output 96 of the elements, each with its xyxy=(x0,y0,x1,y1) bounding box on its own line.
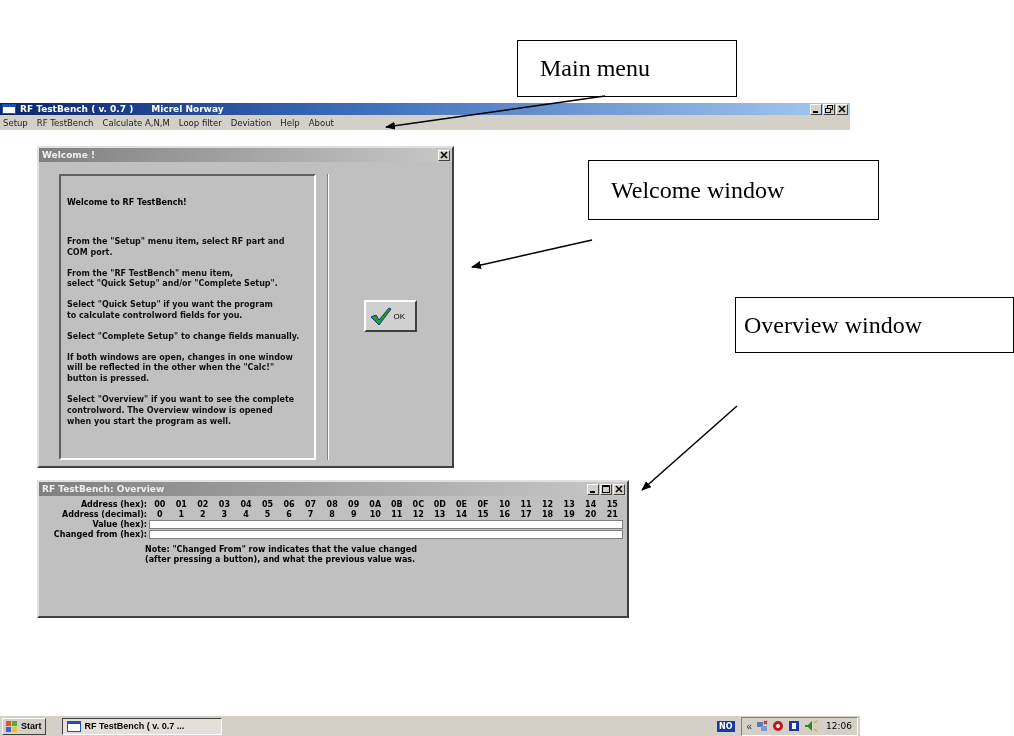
shield-icon[interactable] xyxy=(772,720,785,732)
address-cell-text: 5 xyxy=(263,510,272,519)
address-cell-text: 0B xyxy=(389,500,404,509)
value-field[interactable] xyxy=(149,520,623,529)
address-cell-text: 11 xyxy=(390,510,404,519)
address-cell-text: 15 xyxy=(476,510,490,519)
windows-logo-icon xyxy=(6,720,18,732)
menu-item[interactable]: Loop filter xyxy=(178,117,222,128)
start-button[interactable]: Start xyxy=(2,717,46,735)
address-cell-text: 14 xyxy=(454,510,468,519)
company-name: Micrel Norway xyxy=(151,104,224,114)
menu-item[interactable]: RF TestBench xyxy=(36,117,94,128)
address-cell-text: 15 xyxy=(605,500,619,509)
address-cell-text: 20 xyxy=(584,510,598,519)
address-cell-text: 16 xyxy=(497,510,512,519)
address-cell-text: 0F xyxy=(476,500,490,509)
close-icon xyxy=(838,105,846,113)
ok-button[interactable]: OK xyxy=(363,300,417,332)
menu-item[interactable]: Calculate A,N,M xyxy=(102,117,170,128)
instruction-text: If both windows are open, changes in one window will be reflected in the other when the "Calc!" button is pressed. xyxy=(67,352,294,385)
note-text: Note: "Changed From" row indicates that the value changed (after pressing a button), and what the previous value was. xyxy=(145,545,418,566)
checkmark-icon xyxy=(369,307,392,325)
address-cell-text: 10 xyxy=(368,510,382,519)
address-cell-text: 05 xyxy=(260,500,275,509)
maximize-button[interactable] xyxy=(600,483,612,495)
address-cell-text: 13 xyxy=(562,500,576,509)
window-title: RF TestBench ( v. 0.7 ) xyxy=(20,104,134,114)
address-cell-text: 0E xyxy=(454,500,468,509)
address-cell-text: 0C xyxy=(411,500,425,509)
address-cell-text: 06 xyxy=(282,500,296,509)
address-cell-text: 0D xyxy=(432,500,447,509)
address-cell-text: 00 xyxy=(153,500,167,509)
network-icon[interactable] xyxy=(756,720,769,732)
row-label: Changed from (hex): xyxy=(52,530,148,539)
restore-icon xyxy=(825,105,833,113)
app-tray-icon[interactable] xyxy=(788,720,801,732)
address-cell-text: 07 xyxy=(304,500,318,509)
callout-box: Main menu xyxy=(517,40,737,97)
instruction-text: From the "Setup" menu item, select RF part and COM port. xyxy=(67,237,286,259)
address-cell-text: 09 xyxy=(347,500,361,509)
close-button[interactable] xyxy=(438,149,450,161)
address-cell-text: 18 xyxy=(541,510,555,519)
address-cell-text: 21 xyxy=(605,510,619,519)
address-cell-text: 2 xyxy=(199,510,207,519)
instruction-text: Select "Overview" if you want to see the complete controlword. The Overview window is opened when you start the program as well. xyxy=(67,394,296,428)
address-cell-text: 0A xyxy=(368,500,383,509)
address-cell-text: 19 xyxy=(562,510,576,519)
close-icon xyxy=(440,151,448,159)
welcome-heading: Welcome to RF TestBench! xyxy=(67,198,188,207)
address-cell-text: 1 xyxy=(177,510,186,519)
address-cell-text: 8 xyxy=(328,510,336,519)
address-cell-text: 12 xyxy=(411,510,425,519)
tray-expand-button[interactable]: « xyxy=(746,720,753,732)
close-button[interactable] xyxy=(613,483,625,495)
menu-item[interactable]: About xyxy=(308,117,334,128)
address-cell-text: 6 xyxy=(285,510,293,519)
address-cell-text: 10 xyxy=(497,500,512,509)
menu-item[interactable]: Help xyxy=(280,117,300,128)
restore-button[interactable] xyxy=(823,103,835,115)
value-field[interactable] xyxy=(149,530,623,539)
clock: 12:06 xyxy=(826,721,852,731)
row-label: Address (decimal): xyxy=(61,510,148,519)
address-cell-text: 14 xyxy=(584,500,598,509)
address-cell-text: 04 xyxy=(239,500,253,509)
close-icon xyxy=(615,485,623,493)
address-cell-text: 08 xyxy=(325,500,339,509)
address-cell-text: 12 xyxy=(541,500,555,509)
menu-item[interactable]: Setup xyxy=(3,117,28,128)
address-cell-text: 9 xyxy=(349,510,358,519)
maximize-icon xyxy=(602,485,610,493)
row-label: Address (hex): xyxy=(79,500,148,509)
callout-box: Welcome window xyxy=(588,160,879,220)
address-cell-text: 03 xyxy=(217,500,231,509)
window-title: RF TestBench: Overview xyxy=(42,484,165,494)
instruction-text: From the "RF TestBench" menu item, select "Quick Setup" and/or "Complete Setup". xyxy=(67,268,279,291)
address-cell-text: 13 xyxy=(433,510,447,519)
address-cell-text: 11 xyxy=(519,500,533,509)
callout-box: Overview window xyxy=(735,297,1014,353)
window-title: Welcome ! xyxy=(42,150,96,160)
taskbar-button[interactable]: RF TestBench ( v. 0.7 ... xyxy=(61,717,222,735)
menu-item[interactable]: Deviation xyxy=(230,117,272,128)
address-cell-text: 01 xyxy=(174,500,188,509)
minimize-button[interactable] xyxy=(810,103,822,115)
address-cell-text: 17 xyxy=(519,510,533,519)
address-cell-text: 02 xyxy=(196,500,210,509)
instruction-text: Select "Complete Setup" to change fields manually. xyxy=(67,331,301,343)
row-label: Value (hex): xyxy=(91,520,148,529)
address-cell-text: 4 xyxy=(242,510,250,519)
window-icon xyxy=(66,720,81,732)
instruction-text: Select "Quick Setup" if you want the program to calculate controlword fields for you. xyxy=(67,300,274,322)
address-cell-text: 3 xyxy=(220,510,229,519)
minimize-button[interactable] xyxy=(587,483,599,495)
language-indicator[interactable]: NO xyxy=(717,720,735,732)
address-cell-text: 0 xyxy=(155,510,164,519)
address-cell-text: 7 xyxy=(306,510,315,519)
close-button[interactable] xyxy=(836,103,848,115)
